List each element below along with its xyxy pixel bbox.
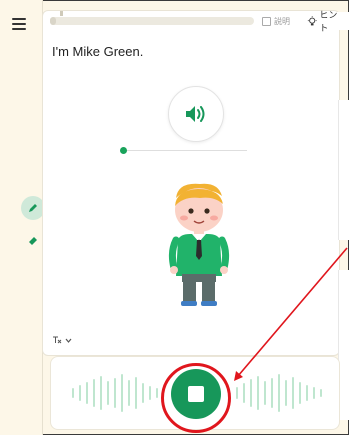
side-panel-top xyxy=(338,100,349,240)
waveform-bar xyxy=(264,381,266,405)
waveform-bar xyxy=(320,389,322,397)
hamburger-icon xyxy=(12,18,26,20)
speaker-icon xyxy=(186,106,205,122)
pen-icon xyxy=(29,204,37,212)
waveform-bar xyxy=(250,379,252,407)
waveform-bar xyxy=(278,374,280,412)
audio-progress-handle[interactable] xyxy=(120,147,128,154)
progress-fill xyxy=(50,17,57,25)
hint-button[interactable]: ヒント xyxy=(303,10,349,33)
eraser-icon xyxy=(29,237,37,245)
progress-marker xyxy=(60,11,63,16)
waveform-bar xyxy=(299,382,301,404)
waveform-bar xyxy=(313,387,315,399)
stop-icon xyxy=(188,386,204,402)
hint-label: ヒント xyxy=(319,10,338,33)
waveform-bar xyxy=(243,383,245,403)
translation-toggle[interactable] xyxy=(52,334,72,346)
waveform-bar xyxy=(142,383,144,403)
waveform-bar xyxy=(257,376,259,410)
waveform-bar xyxy=(114,378,116,408)
waveform-bar xyxy=(121,374,123,412)
waveform-bar xyxy=(306,385,308,401)
waveform-bar xyxy=(128,380,130,406)
waveform-bar xyxy=(72,388,74,398)
waveform-bar xyxy=(93,379,95,407)
chevron-down-icon xyxy=(65,338,72,343)
translate-icon xyxy=(53,336,62,344)
waveform-bar xyxy=(292,377,294,409)
waveform-bar xyxy=(135,377,137,409)
explain-button[interactable]: 説明 xyxy=(262,13,290,29)
waveform-bar xyxy=(86,382,88,404)
waveform-bar xyxy=(149,386,151,400)
waveform-bar xyxy=(271,378,273,408)
stop-recording-button[interactable] xyxy=(171,369,221,419)
left-tool-rail xyxy=(0,0,45,435)
waveform-bar xyxy=(236,387,238,399)
explain-icon xyxy=(262,16,271,26)
audio-progress-track[interactable] xyxy=(121,150,247,151)
waveform-bar xyxy=(285,380,287,406)
lightbulb-icon xyxy=(307,15,317,25)
waveform-bar xyxy=(107,381,109,405)
play-audio-button[interactable] xyxy=(168,86,224,142)
waveform-left xyxy=(72,374,158,412)
character-illustration xyxy=(168,183,230,306)
waveform-right xyxy=(236,374,322,412)
waveform-bar xyxy=(100,376,102,410)
lesson-sentence: I'm Mike Green. xyxy=(52,44,144,59)
explain-label: 説明 xyxy=(274,16,290,26)
waveform-bar xyxy=(79,385,81,401)
eraser-tool-button[interactable] xyxy=(27,233,39,245)
progress-bar xyxy=(50,17,254,25)
menu-button[interactable] xyxy=(12,18,26,30)
waveform-bar xyxy=(156,388,158,398)
